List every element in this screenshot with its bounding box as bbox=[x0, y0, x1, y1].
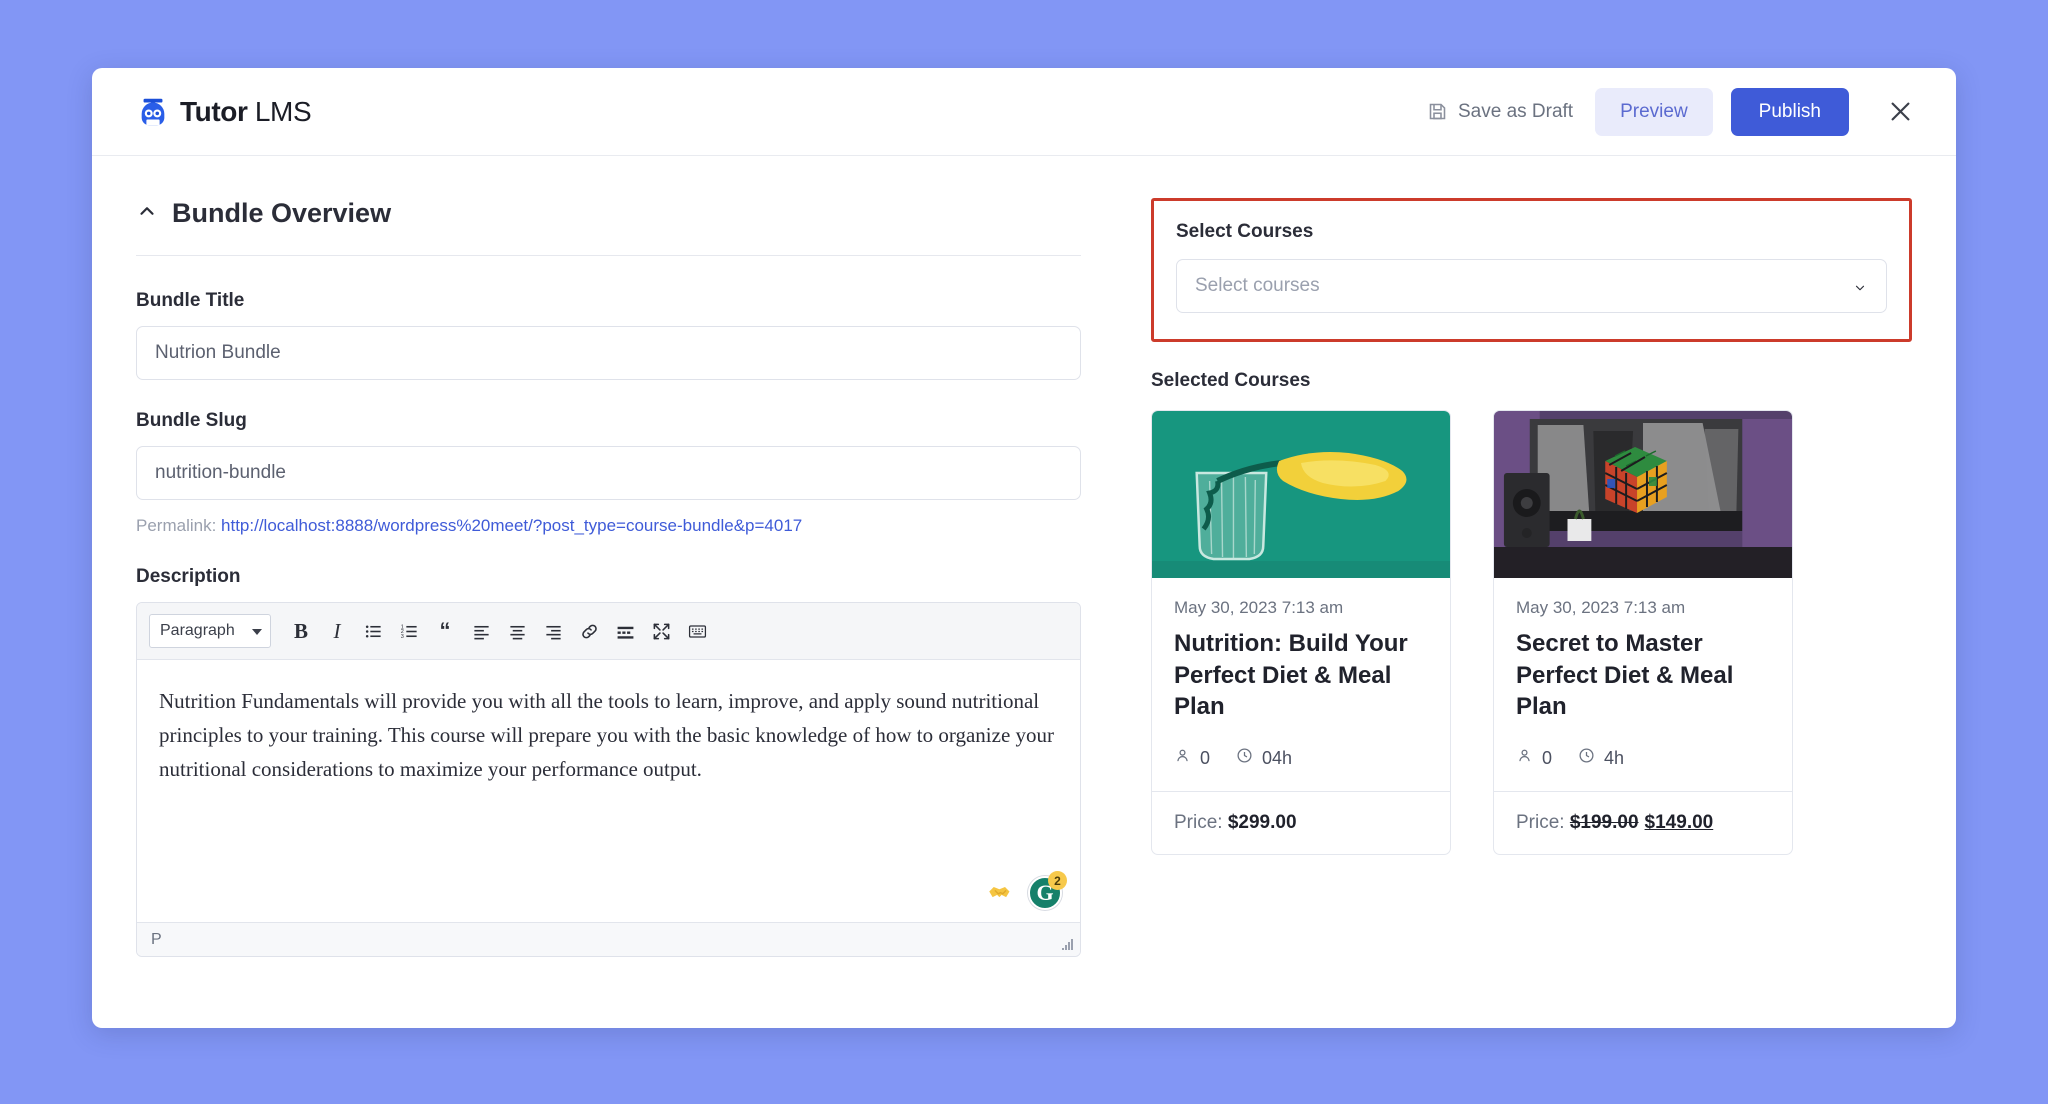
bundle-slug-label: Bundle Slug bbox=[136, 410, 1081, 432]
svg-text:3: 3 bbox=[400, 633, 403, 639]
select-courses-label: Select Courses bbox=[1176, 221, 1887, 243]
permalink: Permalink: http://localhost:8888/wordpre… bbox=[136, 516, 1081, 536]
course-student-count: 0 bbox=[1542, 748, 1552, 769]
course-card[interactable]: May 30, 2023 7:13 am Nutrition: Build Yo… bbox=[1151, 410, 1451, 855]
course-title: Nutrition: Build Your Perfect Diet & Mea… bbox=[1174, 628, 1428, 723]
description-field-group: Description Paragraph B I bbox=[136, 566, 1081, 957]
course-meta: 0 4h bbox=[1516, 747, 1770, 769]
preview-button[interactable]: Preview bbox=[1595, 88, 1713, 136]
handshake-emoji-icon[interactable] bbox=[987, 878, 1014, 910]
course-price-regular: $199.00 bbox=[1570, 812, 1639, 833]
selected-courses-label: Selected Courses bbox=[1151, 370, 1912, 392]
editor-badges: G 2 bbox=[987, 876, 1062, 910]
bold-icon[interactable]: B bbox=[285, 615, 317, 647]
course-student-count: 0 bbox=[1200, 748, 1210, 769]
course-price-value: $299.00 bbox=[1228, 812, 1297, 833]
clock-icon bbox=[1236, 747, 1253, 769]
section-divider bbox=[136, 255, 1081, 256]
editor-status-bar: P bbox=[137, 922, 1080, 956]
read-more-icon[interactable] bbox=[609, 615, 641, 647]
left-column: Bundle Overview Bundle Title Bundle Slug… bbox=[136, 198, 1081, 1028]
app-background: Tutor LMS Save as Draft Preview Publish bbox=[0, 0, 2048, 1104]
course-date: May 30, 2023 7:13 am bbox=[1516, 598, 1770, 618]
save-as-draft-button[interactable]: Save as Draft bbox=[1423, 95, 1577, 129]
course-card-body: May 30, 2023 7:13 am Nutrition: Build Yo… bbox=[1152, 578, 1450, 791]
resize-grip-icon[interactable] bbox=[1060, 937, 1074, 951]
course-duration-value: 04h bbox=[1262, 748, 1292, 769]
close-modal-button[interactable] bbox=[1881, 92, 1920, 131]
chevron-down-icon bbox=[1850, 279, 1870, 301]
tutor-owl-logo-icon bbox=[136, 95, 170, 129]
bundle-title-field-group: Bundle Title bbox=[136, 290, 1081, 380]
modal-header: Tutor LMS Save as Draft Preview Publish bbox=[92, 68, 1956, 156]
editor-content-area[interactable]: Nutrition Fundamentals will provide you … bbox=[137, 660, 1080, 922]
brand-name-bold: Tutor bbox=[180, 96, 247, 127]
course-title: Secret to Master Perfect Diet & Meal Pla… bbox=[1516, 628, 1770, 723]
save-as-draft-label: Save as Draft bbox=[1458, 101, 1573, 123]
save-floppy-icon bbox=[1427, 101, 1448, 122]
grammarly-issue-count: 2 bbox=[1048, 871, 1067, 890]
bundle-slug-input[interactable] bbox=[136, 446, 1081, 500]
align-right-icon[interactable] bbox=[537, 615, 569, 647]
brand-name-light: LMS bbox=[247, 96, 311, 127]
course-duration: 04h bbox=[1236, 747, 1292, 769]
select-courses-placeholder: Select courses bbox=[1195, 275, 1320, 297]
course-price-row: Price: $299.00 bbox=[1152, 791, 1450, 854]
course-price-label: Price: bbox=[1516, 812, 1565, 833]
course-meta: 0 04h bbox=[1174, 747, 1428, 769]
caret-down-icon bbox=[252, 629, 262, 635]
course-date: May 30, 2023 7:13 am bbox=[1174, 598, 1428, 618]
select-courses-highlight-box: Select Courses Select courses bbox=[1151, 198, 1912, 342]
description-label: Description bbox=[136, 566, 1081, 588]
user-icon bbox=[1174, 747, 1191, 769]
chevron-up-icon bbox=[136, 200, 158, 227]
editor-body-text: Nutrition Fundamentals will provide you … bbox=[159, 684, 1058, 786]
permalink-prefix: Permalink: bbox=[136, 516, 221, 535]
selected-courses-list: May 30, 2023 7:13 am Nutrition: Build Yo… bbox=[1151, 410, 1912, 855]
course-students: 0 bbox=[1174, 747, 1210, 769]
editor-toolbar: Paragraph B I bbox=[137, 603, 1080, 660]
insert-link-icon[interactable] bbox=[573, 615, 605, 647]
user-icon bbox=[1516, 747, 1533, 769]
bundle-slug-field-group: Bundle Slug Permalink: http://localhost:… bbox=[136, 410, 1081, 536]
right-column: Select Courses Select courses Selected C… bbox=[1151, 198, 1912, 1028]
course-duration-value: 4h bbox=[1604, 748, 1624, 769]
numbered-list-icon[interactable]: 1 2 3 bbox=[393, 615, 425, 647]
course-thumbnail-flower-in-glass bbox=[1152, 411, 1450, 578]
fullscreen-icon[interactable] bbox=[645, 615, 677, 647]
course-thumbnail-rubiks-cube bbox=[1494, 411, 1792, 578]
course-price-label: Price: bbox=[1174, 812, 1223, 833]
course-duration: 4h bbox=[1578, 747, 1624, 769]
brand: Tutor LMS bbox=[136, 95, 311, 129]
italic-icon[interactable]: I bbox=[321, 615, 353, 647]
publish-button[interactable]: Publish bbox=[1731, 88, 1849, 136]
page-title: Bundle Overview bbox=[172, 198, 391, 229]
bulleted-list-icon[interactable] bbox=[357, 615, 389, 647]
grammarly-icon[interactable]: G 2 bbox=[1028, 876, 1062, 910]
bundle-title-input[interactable] bbox=[136, 326, 1081, 380]
bundle-overview-toggle[interactable]: Bundle Overview bbox=[136, 198, 1081, 229]
bundle-editor-modal: Tutor LMS Save as Draft Preview Publish bbox=[92, 68, 1956, 1028]
paragraph-format-value: Paragraph bbox=[160, 622, 235, 640]
description-editor: Paragraph B I bbox=[136, 602, 1081, 957]
bundle-title-label: Bundle Title bbox=[136, 290, 1081, 312]
close-x-icon bbox=[1887, 113, 1914, 128]
editor-element-path: P bbox=[151, 931, 162, 949]
modal-body: Bundle Overview Bundle Title Bundle Slug… bbox=[92, 156, 1956, 1028]
blockquote-icon[interactable]: “ bbox=[429, 615, 461, 647]
select-courses-dropdown[interactable]: Select courses bbox=[1176, 259, 1887, 313]
course-students: 0 bbox=[1516, 747, 1552, 769]
keyboard-shortcuts-icon[interactable] bbox=[681, 615, 713, 647]
course-price-sale: $149.00 bbox=[1645, 812, 1714, 833]
align-left-icon[interactable] bbox=[465, 615, 497, 647]
course-price-row: Price: $199.00 $149.00 bbox=[1494, 791, 1792, 854]
permalink-link[interactable]: http://localhost:8888/wordpress%20meet/?… bbox=[221, 516, 802, 535]
paragraph-format-select[interactable]: Paragraph bbox=[149, 614, 271, 648]
course-card[interactable]: May 30, 2023 7:13 am Secret to Master Pe… bbox=[1493, 410, 1793, 855]
clock-icon bbox=[1578, 747, 1595, 769]
course-card-body: May 30, 2023 7:13 am Secret to Master Pe… bbox=[1494, 578, 1792, 791]
brand-name: Tutor LMS bbox=[180, 96, 311, 128]
align-center-icon[interactable] bbox=[501, 615, 533, 647]
header-actions: Save as Draft Preview Publish bbox=[1423, 88, 1920, 136]
